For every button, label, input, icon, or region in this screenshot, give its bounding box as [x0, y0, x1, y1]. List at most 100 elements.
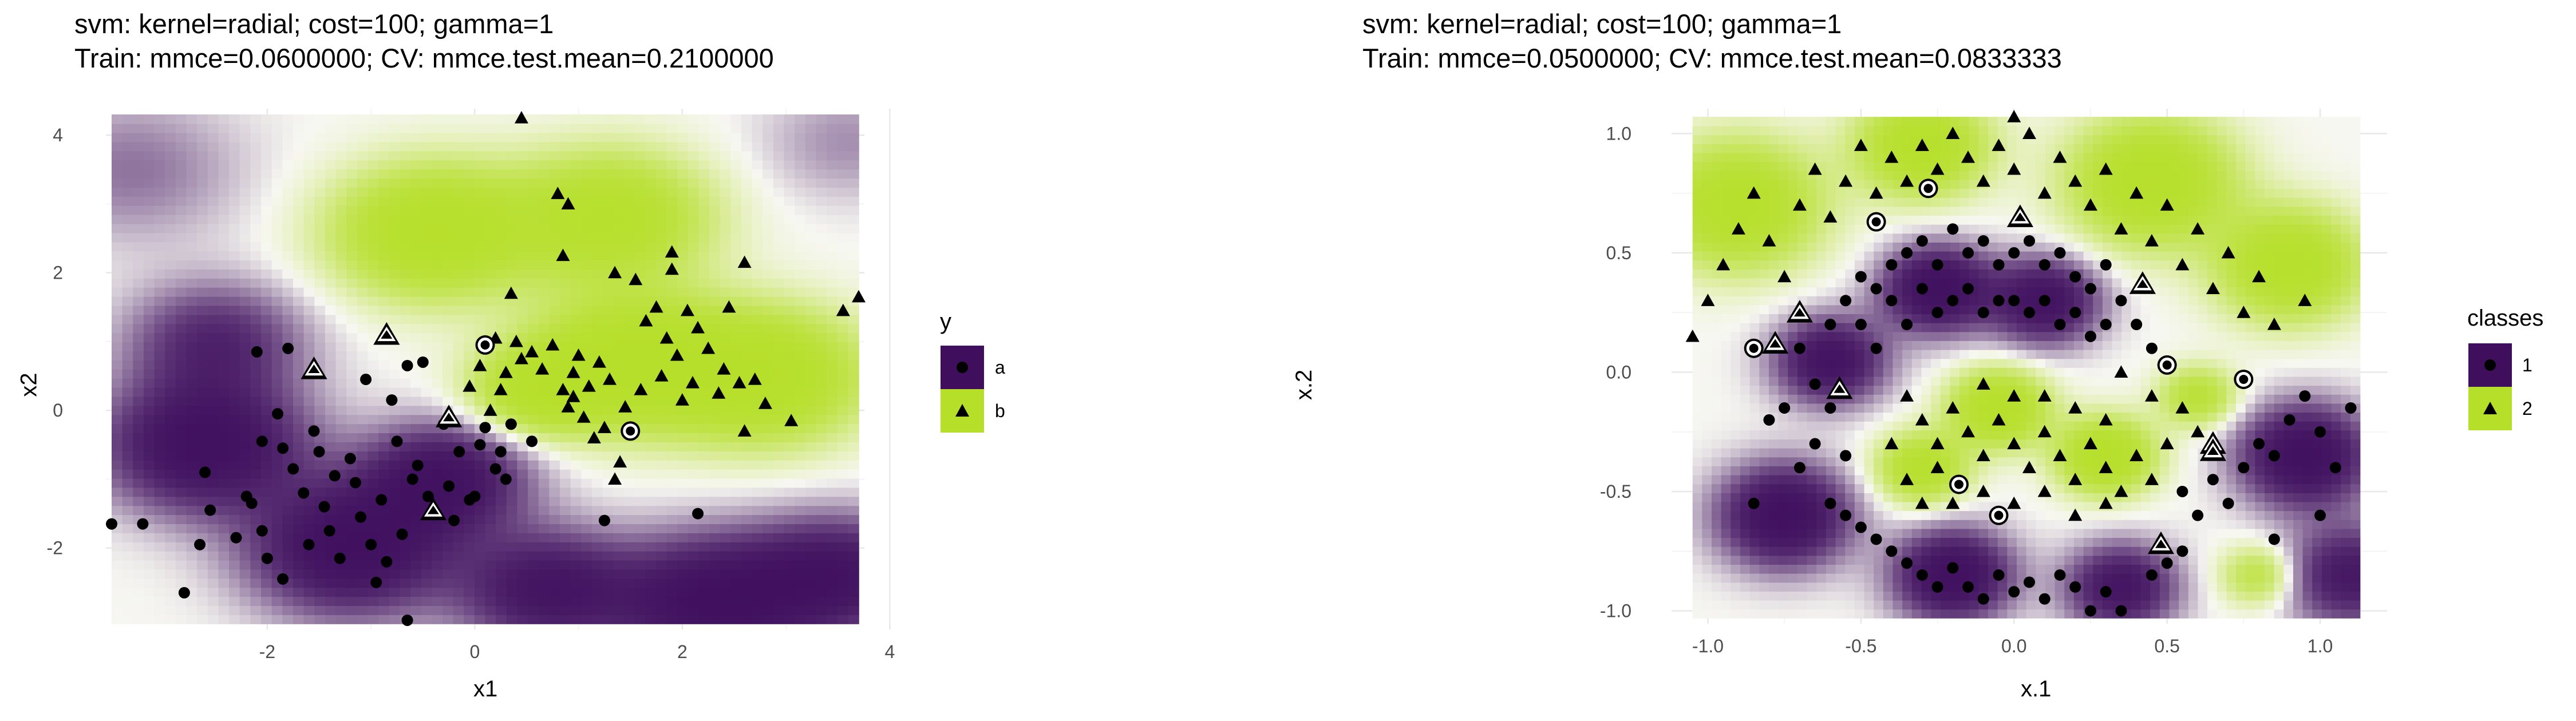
surface-cell [432, 260, 443, 270]
surface-cell [698, 569, 710, 579]
surface-cell [1740, 457, 1751, 466]
surface-cell [197, 360, 208, 370]
surface-cell [218, 451, 230, 461]
surface-cell [538, 305, 550, 315]
surface-cell [655, 451, 667, 461]
surface-cell [165, 560, 176, 570]
surface-cell [506, 205, 518, 215]
surface-cell [1807, 233, 1818, 243]
surface-cell [528, 178, 539, 188]
surface-cell [827, 278, 838, 288]
surface-cell [218, 205, 230, 215]
surface-cell [666, 169, 678, 179]
surface-cell [368, 278, 379, 288]
surface-cell [634, 305, 646, 315]
surface-cell [560, 524, 571, 533]
surface-cell [645, 533, 657, 542]
surface-cell [122, 169, 134, 179]
surface-cell [207, 423, 219, 434]
surface-cell [303, 150, 315, 161]
surface-cell [655, 550, 667, 561]
surface-cell [421, 141, 433, 152]
surface-cell [442, 241, 454, 252]
surface-cell [1740, 269, 1751, 279]
surface-cell [645, 469, 657, 479]
surface-cell [1835, 528, 1846, 538]
surface-cell [335, 360, 347, 370]
surface-cell [335, 569, 347, 579]
surface-cell [271, 296, 283, 306]
surface-cell [154, 405, 166, 415]
surface-cell [1740, 510, 1751, 520]
surface-cell [389, 514, 401, 524]
surface-cell [1730, 358, 1741, 368]
surface-cell [549, 569, 560, 579]
point-a [277, 573, 289, 585]
surface-cell [1749, 412, 1760, 422]
surface-cell [581, 160, 592, 170]
surface-cell [325, 560, 337, 570]
surface-cell [1692, 501, 1703, 512]
surface-cell [271, 514, 283, 524]
surface-cell [122, 560, 134, 570]
surface-cell [335, 596, 347, 607]
surface-cell [1749, 206, 1760, 216]
surface-cell [432, 351, 443, 360]
surface-cell [1730, 215, 1741, 225]
surface-cell [1730, 537, 1741, 547]
surface-cell [112, 232, 123, 243]
surface-cell [837, 132, 849, 142]
surface-cell [549, 205, 560, 215]
surface-cell [816, 205, 827, 215]
surface-cell [485, 524, 496, 533]
surface-cell [303, 387, 315, 397]
surface-cell [368, 433, 379, 442]
surface-cell [827, 505, 838, 516]
surface-cell [303, 287, 315, 297]
surface-cell [848, 569, 859, 579]
surface-cell [517, 524, 528, 533]
surface-cell [784, 442, 795, 451]
surface-cell [1807, 358, 1818, 368]
surface-cell [464, 505, 475, 516]
surface-cell [1721, 197, 1732, 207]
surface-cell [1807, 295, 1818, 306]
surface-cell [848, 514, 859, 524]
surface-cell [133, 378, 144, 388]
surface-cell [410, 214, 422, 224]
surface-cell [1740, 260, 1751, 270]
surface-cell [827, 241, 838, 252]
surface-cell [688, 150, 700, 161]
surface-cell [538, 578, 550, 588]
surface-cell [1816, 233, 1827, 243]
surface-cell [538, 451, 550, 461]
surface-cell [730, 332, 742, 343]
surface-cell [432, 214, 443, 224]
surface-cell [346, 232, 358, 243]
surface-cell [666, 287, 678, 297]
surface-cell [570, 314, 582, 324]
surface-cell [655, 496, 667, 506]
surface-cell [645, 615, 657, 624]
surface-cell [112, 114, 123, 124]
surface-cell [442, 251, 454, 261]
surface-cell [250, 296, 262, 306]
surface-cell [634, 524, 646, 533]
surface-cell [410, 405, 422, 415]
surface-cell [698, 123, 710, 133]
surface-cell [496, 414, 507, 425]
surface-cell [1730, 340, 1741, 350]
surface-cell [655, 260, 667, 270]
surface-cell [197, 296, 208, 306]
surface-cell [143, 323, 155, 334]
surface-cell [645, 278, 657, 288]
surface-cell [325, 578, 337, 588]
surface-cell [175, 132, 187, 142]
surface-cell [218, 469, 230, 479]
surface-cell [709, 469, 721, 479]
surface-cell [346, 141, 358, 152]
surface-cell [1807, 394, 1818, 404]
surface-cell [197, 615, 208, 624]
surface-cell [239, 314, 251, 324]
surface-cell [368, 205, 379, 215]
